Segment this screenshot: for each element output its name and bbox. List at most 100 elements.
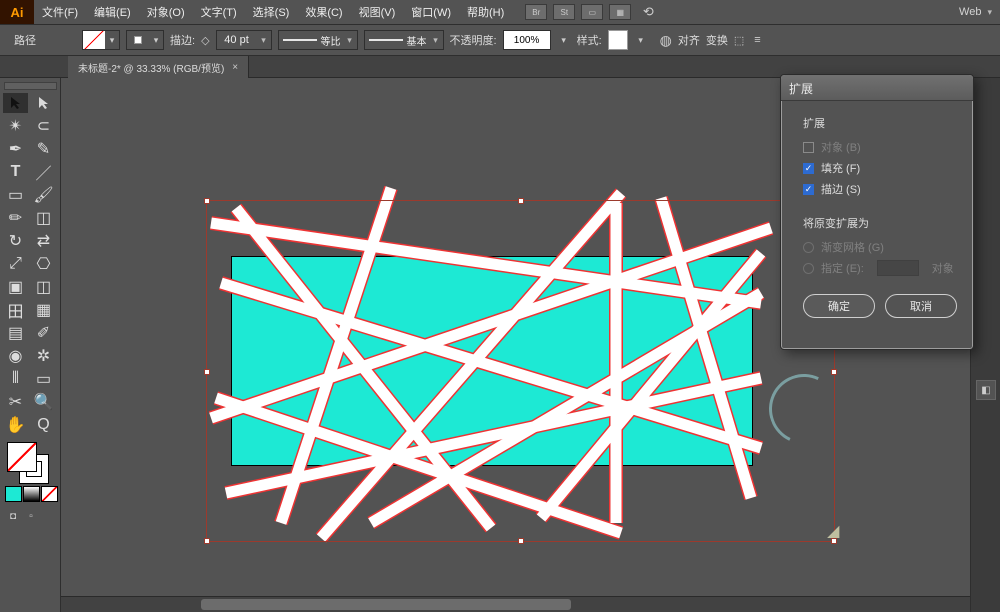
sel-handle-sw[interactable] (204, 538, 210, 544)
stroke-weight-value[interactable]: 40 pt (217, 34, 257, 46)
sel-handle-s[interactable] (518, 538, 524, 544)
stock-icon[interactable]: St (553, 4, 575, 20)
isolate-icon[interactable]: ⬚ (734, 34, 744, 47)
radio-icon (803, 263, 814, 274)
arrange-icon[interactable]: ▭ (581, 4, 603, 20)
line-tool[interactable]: ／ (31, 162, 56, 182)
menu-file[interactable]: 文件(F) (34, 4, 86, 20)
control-overflow-icon[interactable]: ≡ (754, 34, 760, 46)
stroke-weight-label: 描边: (170, 32, 195, 48)
gradient-mode-icon[interactable] (24, 487, 39, 501)
close-icon[interactable]: × (232, 62, 238, 73)
hand-tool[interactable]: ✋ (3, 415, 28, 435)
pencil-tool[interactable]: ✏ (3, 208, 28, 228)
checkbox-icon[interactable]: ✓ (803, 163, 814, 174)
menu-view[interactable]: 视图(V) (351, 4, 404, 20)
ok-button[interactable]: 确定 (803, 294, 875, 318)
menu-help[interactable]: 帮助(H) (459, 4, 512, 20)
document-tab[interactable]: 未标题-2* @ 33.33% (RGB/预览) × (68, 56, 249, 78)
menu-type[interactable]: 文字(T) (193, 4, 245, 20)
menu-select[interactable]: 选择(S) (245, 4, 298, 20)
sel-handle-w[interactable] (204, 369, 210, 375)
toolbox-grip[interactable] (4, 82, 57, 90)
spinner-indicator (759, 364, 849, 454)
selection-tool[interactable] (3, 93, 28, 113)
fill-swatch[interactable]: ▾ (82, 30, 120, 50)
pen-tool[interactable]: ✒ (3, 139, 28, 159)
rotate-tool[interactable]: ↻ (3, 231, 28, 251)
artboard-tool[interactable]: ▭ (31, 369, 56, 389)
lasso-tool[interactable]: ⊂ (31, 116, 56, 136)
cancel-button[interactable]: 取消 (885, 294, 957, 318)
magic-wand-tool[interactable]: ✴ (3, 116, 28, 136)
expand-section-label: 扩展 (803, 115, 957, 131)
blend-tool[interactable]: ◉ (3, 346, 28, 366)
none-mode-icon[interactable] (42, 487, 57, 501)
stroke-link-icon[interactable]: ◇ (201, 34, 209, 47)
selection-bbox (206, 200, 835, 542)
rectangle-tool[interactable]: ▭ (3, 185, 28, 205)
grid-icon[interactable]: ▦ (609, 4, 631, 20)
recolor-icon[interactable]: ◍ (660, 32, 672, 49)
sel-handle-n[interactable] (518, 198, 524, 204)
specify-count-field (877, 260, 919, 276)
screen-mode-icon[interactable]: ◘ (6, 509, 20, 523)
style-label: 样式: (577, 32, 602, 48)
brush-def-field[interactable]: 基本▾ (364, 30, 444, 50)
workspace-switcher[interactable]: Web (959, 6, 981, 18)
slice-tool[interactable]: ✂ (3, 392, 28, 412)
expand-stroke-option[interactable]: ✓ 描边 (S) (803, 181, 957, 197)
dialog-title[interactable]: 扩展 (781, 75, 973, 101)
graphic-style-swatch[interactable] (608, 30, 628, 50)
perspective-tool[interactable]: 田 (3, 300, 28, 320)
gradient-tool[interactable]: ▤ (3, 323, 28, 343)
fill-stroke-swatch[interactable] (8, 443, 50, 483)
color-mode-icon[interactable] (6, 487, 21, 501)
fill-color-swatch[interactable] (8, 443, 36, 471)
transform-link[interactable]: 变换 (706, 32, 728, 48)
mesh-tool[interactable]: ▦ (31, 300, 56, 320)
style-caret-icon[interactable]: ▾ (634, 35, 648, 46)
zoom-tool[interactable]: Q (31, 415, 56, 435)
artboard-rect (231, 256, 753, 466)
opacity-caret-icon[interactable]: ▾ (557, 35, 571, 46)
type-tool[interactable]: T (3, 162, 28, 182)
gradient-mesh-option: 渐变网格 (G) (803, 239, 957, 255)
stroke-weight-field[interactable]: 40 pt▾ (216, 30, 272, 50)
width-tool[interactable]: ⎔ (31, 254, 56, 274)
dock-panel-icon[interactable]: ◧ (976, 380, 996, 400)
opacity-field[interactable]: 100% (503, 30, 551, 50)
workspace-caret-icon[interactable]: ▾ (987, 7, 992, 18)
reflect-tool[interactable]: ⇄ (31, 231, 56, 251)
eyedropper-tool[interactable]: ✐ (31, 323, 56, 343)
curvature-tool[interactable]: ✎ (31, 139, 56, 159)
eraser-tool[interactable]: ◫ (31, 208, 56, 228)
width-profile-field[interactable]: 等比▾ (278, 30, 358, 50)
sel-handle-e[interactable] (831, 369, 837, 375)
symbol-sprayer-tool[interactable]: ✲ (31, 346, 56, 366)
sel-handle-nw[interactable] (204, 198, 210, 204)
bridge-icon[interactable]: Br (525, 4, 547, 20)
sync-icon[interactable]: ⟲ (637, 4, 659, 20)
checkbox-icon[interactable]: ✓ (803, 184, 814, 195)
right-dock: ◧ (970, 78, 1000, 612)
paintbrush-tool[interactable]: 🖌 (31, 185, 56, 205)
expand-dialog: 扩展 扩展 对象 (B) ✓ 填充 (F) ✓ 描边 (S) 将原变扩展为 渐变… (780, 74, 974, 350)
expand-fill-option[interactable]: ✓ 填充 (F) (803, 160, 957, 176)
column-graph-tool[interactable]: ⫴ (3, 369, 28, 389)
direct-selection-tool[interactable] (31, 93, 56, 113)
free-transform-tool[interactable]: ▣ (3, 277, 28, 297)
shape-builder-tool[interactable]: ◫ (31, 277, 56, 297)
expand-gradient-section-label: 将原变扩展为 (803, 215, 957, 231)
menu-window[interactable]: 窗口(W) (403, 4, 459, 20)
menu-effect[interactable]: 效果(C) (297, 4, 350, 20)
zoom-search-tool[interactable]: 🔍 (31, 392, 56, 412)
stroke-swatch[interactable]: ▾ (126, 30, 164, 50)
align-link[interactable]: 对齐 (678, 32, 700, 48)
menu-object[interactable]: 对象(O) (139, 4, 193, 20)
hscrollbar[interactable] (61, 596, 970, 612)
hscroll-thumb[interactable] (201, 599, 571, 610)
scale-tool[interactable]: ⤢ (3, 254, 28, 274)
draw-mode-icon[interactable]: ▫ (24, 509, 38, 523)
menu-edit[interactable]: 编辑(E) (86, 4, 139, 20)
